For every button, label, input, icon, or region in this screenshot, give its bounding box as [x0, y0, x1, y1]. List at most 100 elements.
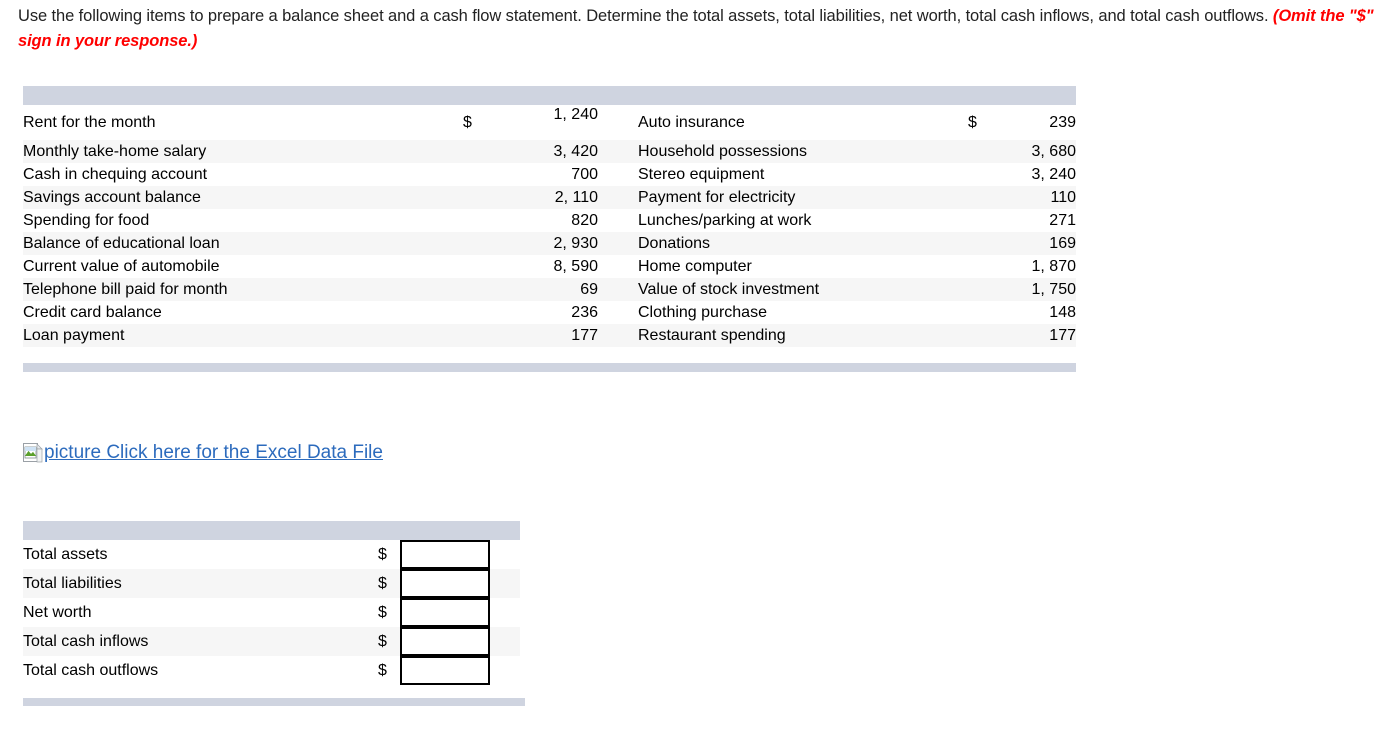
column-gap	[598, 105, 638, 140]
answer-input-cell	[400, 569, 520, 598]
item-value-left: 1, 240	[493, 105, 598, 140]
currency-spacer	[463, 255, 493, 278]
item-label-right: Lunches/parking at work	[638, 211, 812, 229]
item-value-right: 110	[1050, 188, 1076, 206]
item-label-left: Cash in chequing account	[23, 165, 208, 183]
column-gap	[598, 255, 638, 278]
table-row: Total cash inflows $	[23, 627, 520, 656]
excel-link-label[interactable]: picture Click here for the Excel Data Fi…	[44, 441, 383, 465]
answer-row-label: Net worth	[23, 603, 92, 621]
currency-spacer	[463, 324, 493, 347]
table-row: Balance of educational loan 2, 930 Donat…	[23, 232, 1076, 255]
item-value-right: 169	[1049, 234, 1076, 252]
item-value-left: 177	[571, 326, 598, 344]
currency-symbol: $	[378, 632, 387, 650]
item-label-right: Auto insurance	[638, 113, 745, 131]
item-value-left: 700	[571, 165, 598, 183]
column-gap	[598, 209, 638, 232]
excel-icon-alt-text: picture	[44, 442, 102, 463]
column-gap	[598, 301, 638, 324]
item-value-right: 3, 240	[1031, 165, 1076, 183]
table-row: Rent for the month $ 1, 240 Auto insuran…	[23, 105, 1076, 140]
currency-spacer	[968, 232, 998, 255]
column-gap	[598, 163, 638, 186]
table-row: Savings account balance 2, 110 Payment f…	[23, 186, 1076, 209]
column-gap	[598, 140, 638, 163]
excel-link-title: Click here for the Excel Data File	[106, 442, 383, 463]
item-label-left: Balance of educational loan	[23, 234, 220, 252]
column-gap	[598, 324, 638, 347]
column-gap	[598, 232, 638, 255]
table-row: Loan payment 177 Restaurant spending 177	[23, 324, 1076, 347]
item-label-left: Savings account balance	[23, 188, 201, 206]
item-label-right: Stereo equipment	[638, 165, 765, 183]
question-prompt: Use the following items to prepare a bal…	[18, 4, 1400, 54]
currency-symbol: $	[378, 661, 387, 679]
currency-spacer	[968, 186, 998, 209]
answer-row-label: Total cash outflows	[23, 661, 159, 679]
item-value-right: 177	[1049, 326, 1076, 344]
currency-spacer	[463, 209, 493, 232]
answer-table-grid: Total assets $ Total liabilities $ Net w…	[23, 540, 520, 685]
answer-input-cell	[400, 598, 520, 627]
items-table-grid: Rent for the month $ 1, 240 Auto insuran…	[23, 105, 1076, 347]
answer-table-footer-band	[23, 698, 525, 706]
total-assets-input[interactable]	[400, 540, 490, 569]
item-value-left: 820	[571, 211, 598, 229]
table-row: Credit card balance 236 Clothing purchas…	[23, 301, 1076, 324]
currency-spacer	[968, 140, 998, 163]
table-row: Total cash outflows $	[23, 656, 520, 685]
item-value-left: 8, 590	[553, 257, 598, 275]
currency-symbol-right: $	[968, 113, 977, 131]
answer-table-header-band	[23, 521, 520, 540]
item-value-right: 1, 750	[1031, 280, 1076, 298]
currency-spacer	[463, 278, 493, 301]
item-value-left: 3, 420	[553, 142, 598, 160]
item-label-right: Restaurant spending	[638, 326, 786, 344]
answer-input-cell	[400, 627, 520, 656]
item-label-right: Payment for electricity	[638, 188, 796, 206]
item-value-right: 239	[1049, 113, 1076, 131]
total-liabilities-input[interactable]	[400, 569, 490, 598]
answer-input-cell	[400, 540, 520, 569]
currency-symbol-left: $	[463, 113, 472, 131]
currency-spacer	[968, 324, 998, 347]
excel-data-file-link[interactable]: picture Click here for the Excel Data Fi…	[23, 441, 383, 465]
table-row: Telephone bill paid for month 69 Value o…	[23, 278, 1076, 301]
currency-spacer	[463, 140, 493, 163]
answer-row-label: Total assets	[23, 545, 108, 563]
item-value-right: 3, 680	[1031, 142, 1076, 160]
currency-symbol: $	[378, 603, 387, 621]
table-row: Total assets $	[23, 540, 520, 569]
answer-row-label: Total cash inflows	[23, 632, 149, 650]
broken-image-icon	[23, 443, 43, 463]
currency-symbol: $	[378, 574, 387, 592]
currency-spacer	[463, 301, 493, 324]
answer-input-cell	[400, 656, 520, 685]
item-label-left: Credit card balance	[23, 303, 162, 321]
item-label-right: Household possessions	[638, 142, 807, 160]
net-worth-input[interactable]	[400, 598, 490, 627]
item-value-left: 236	[571, 303, 598, 321]
total-cash-inflows-input[interactable]	[400, 627, 490, 656]
table-row: Cash in chequing account 700 Stereo equi…	[23, 163, 1076, 186]
item-label-left: Loan payment	[23, 326, 125, 344]
item-value-right: 148	[1049, 303, 1076, 321]
currency-spacer	[968, 163, 998, 186]
total-cash-outflows-input[interactable]	[400, 656, 490, 685]
item-label-left: Monthly take-home salary	[23, 142, 207, 160]
item-label-right: Home computer	[638, 257, 752, 275]
currency-spacer	[463, 163, 493, 186]
currency-spacer	[968, 301, 998, 324]
prompt-text: Use the following items to prepare a bal…	[18, 7, 1273, 25]
items-table-footer-band	[23, 363, 1076, 372]
currency-spacer	[968, 209, 998, 232]
item-label-left: Spending for food	[23, 211, 150, 229]
item-value-left-text: 1, 240	[553, 105, 598, 123]
item-label-left: Telephone bill paid for month	[23, 280, 228, 298]
currency-spacer	[463, 186, 493, 209]
table-row: Monthly take-home salary 3, 420 Househol…	[23, 140, 1076, 163]
item-value-right: 271	[1049, 211, 1076, 229]
table-row: Net worth $	[23, 598, 520, 627]
item-label-right: Value of stock investment	[638, 280, 820, 298]
